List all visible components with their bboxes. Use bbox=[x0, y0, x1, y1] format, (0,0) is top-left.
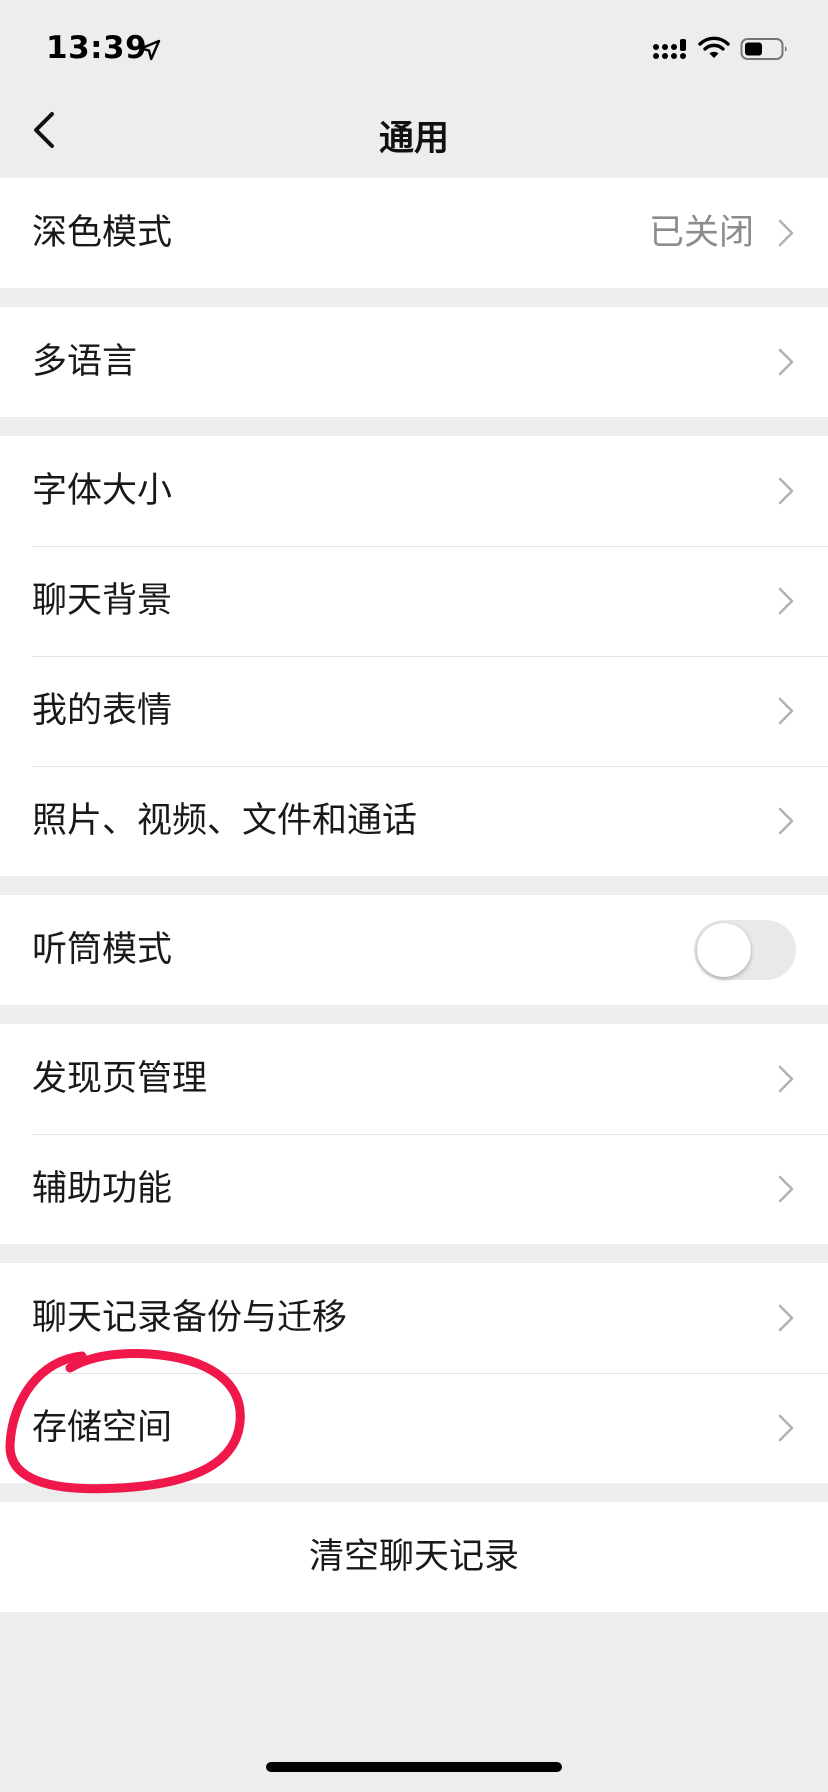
settings-item-language[interactable]: 多语言 bbox=[0, 307, 828, 417]
settings-item-label: 听筒模式 bbox=[32, 930, 173, 970]
page-title: 通用 bbox=[378, 119, 449, 159]
settings-item-my-stickers[interactable]: 我的表情 bbox=[0, 656, 828, 766]
settings-item-label: 我的表情 bbox=[32, 691, 173, 731]
chevron-right-icon bbox=[778, 348, 794, 376]
settings-item-label: 多语言 bbox=[32, 342, 138, 382]
settings-item-accessibility[interactable]: 辅助功能 bbox=[0, 1134, 828, 1244]
settings-item-media-files-calls[interactable]: 照片、视频、文件和通话 bbox=[0, 766, 828, 876]
clear-chat-history-button[interactable]: 清空聊天记录 bbox=[0, 1502, 828, 1612]
settings-group: 深色模式 已关闭 bbox=[0, 178, 828, 288]
settings-item-label: 聊天背景 bbox=[32, 581, 173, 621]
settings-item-storage[interactable]: 存储空间 bbox=[0, 1373, 828, 1483]
battery-icon bbox=[740, 38, 787, 60]
wifi-icon bbox=[698, 36, 730, 58]
settings-item-dark-mode[interactable]: 深色模式 已关闭 bbox=[0, 178, 828, 288]
settings-group: 字体大小 聊天背景 我的表情 照片、视频、文件和通话 bbox=[0, 436, 828, 876]
cellular-signal-icon bbox=[653, 39, 686, 59]
nav-bar: 通用 bbox=[0, 84, 828, 176]
chevron-right-icon bbox=[778, 587, 794, 615]
chevron-right-icon bbox=[778, 807, 794, 835]
toggle-knob bbox=[697, 923, 751, 977]
settings-group: 多语言 bbox=[0, 307, 828, 417]
status-time: 13:39 bbox=[46, 30, 148, 66]
earpiece-mode-toggle[interactable] bbox=[694, 920, 796, 980]
chevron-right-icon bbox=[778, 1065, 794, 1093]
screen: 13:39 通用 深色模式 已关闭 多语言 字体大小 聊天背景 我的表情 照片、… bbox=[0, 0, 828, 1792]
settings-item-label: 辅助功能 bbox=[32, 1169, 173, 1209]
location-arrow-icon bbox=[139, 39, 161, 61]
settings-group: 听筒模式 bbox=[0, 895, 828, 1005]
chevron-right-icon bbox=[778, 1414, 794, 1442]
settings-item-earpiece-mode: 听筒模式 bbox=[0, 895, 828, 1005]
home-indicator bbox=[266, 1762, 562, 1772]
chevron-right-icon bbox=[778, 219, 794, 247]
settings-item-label: 存储空间 bbox=[32, 1408, 173, 1448]
settings-item-chat-backup-migration[interactable]: 聊天记录备份与迁移 bbox=[0, 1263, 828, 1373]
settings-item-label: 发现页管理 bbox=[32, 1059, 208, 1099]
settings-item-value: 已关闭 bbox=[648, 213, 754, 253]
settings-item-label: 照片、视频、文件和通话 bbox=[32, 801, 418, 841]
settings-group: 聊天记录备份与迁移 存储空间 bbox=[0, 1263, 828, 1483]
settings-item-discover-management[interactable]: 发现页管理 bbox=[0, 1024, 828, 1134]
settings-item-font-size[interactable]: 字体大小 bbox=[0, 436, 828, 546]
chevron-right-icon bbox=[778, 1175, 794, 1203]
settings-item-chat-background[interactable]: 聊天背景 bbox=[0, 546, 828, 656]
settings-item-label: 字体大小 bbox=[32, 471, 173, 511]
settings-group: 发现页管理 辅助功能 bbox=[0, 1024, 828, 1244]
settings-item-label: 聊天记录备份与迁移 bbox=[32, 1298, 348, 1338]
clear-chat-history-label: 清空聊天记录 bbox=[308, 1537, 519, 1577]
chevron-right-icon bbox=[778, 1304, 794, 1332]
chevron-right-icon bbox=[778, 697, 794, 725]
chevron-right-icon bbox=[778, 477, 794, 505]
settings-item-label: 深色模式 bbox=[32, 213, 173, 253]
settings-list: 深色模式 已关闭 多语言 字体大小 聊天背景 我的表情 照片、视频、文件和通话 … bbox=[0, 178, 828, 1612]
